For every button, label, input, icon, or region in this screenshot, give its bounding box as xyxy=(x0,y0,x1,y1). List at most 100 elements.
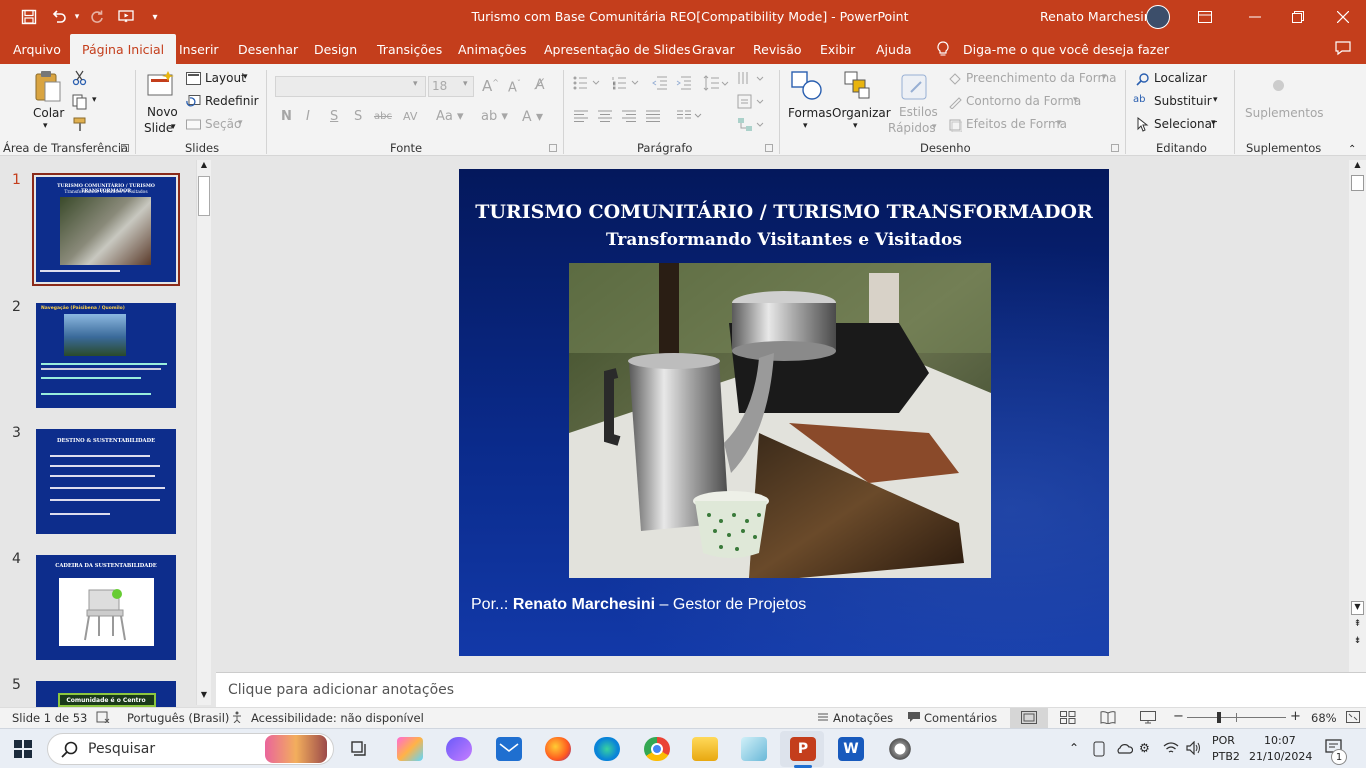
tab-design[interactable]: Design xyxy=(314,34,357,64)
volume-icon[interactable] xyxy=(1186,740,1202,758)
zoom-out-icon[interactable]: − xyxy=(1173,709,1184,724)
decrease-indent-icon[interactable] xyxy=(652,76,668,93)
addins-button[interactable]: Suplementos xyxy=(1245,106,1324,120)
show-hidden-icons-icon[interactable]: ⌃ xyxy=(1069,741,1079,755)
new-slide-icon[interactable] xyxy=(146,70,176,103)
scroll-down-icon[interactable]: ▼ xyxy=(198,690,210,704)
tab-arquivo[interactable]: Arquivo xyxy=(13,34,61,64)
editor-scroll-up-icon[interactable]: ▲ xyxy=(1351,160,1364,174)
close-icon[interactable] xyxy=(1328,0,1358,34)
collapse-ribbon-icon[interactable]: ⌃ xyxy=(1348,144,1356,155)
font-size-dropdown-icon[interactable]: ▾ xyxy=(463,79,468,89)
restore-icon[interactable] xyxy=(1283,0,1313,34)
copilot-icon[interactable] xyxy=(397,737,423,761)
chrome-icon[interactable] xyxy=(644,737,670,761)
shape-outline-button[interactable]: Contorno da Forma xyxy=(966,94,1081,108)
slide-canvas[interactable]: TURISMO COMUNITÁRIO / TURISMO TRANSFORMA… xyxy=(459,169,1109,656)
zoom-level[interactable]: 68% xyxy=(1311,711,1337,725)
start-slideshow-icon[interactable] xyxy=(116,0,138,34)
notes-button[interactable]: Anotações xyxy=(833,711,893,725)
tab-pagina-inicial[interactable]: Página Inicial xyxy=(70,34,177,64)
smartart-icon[interactable] xyxy=(737,117,765,136)
tray-device-icon[interactable] xyxy=(1092,741,1106,760)
editor-scroll-thumb[interactable] xyxy=(1351,175,1364,191)
tell-me-search[interactable]: Diga-me o que você deseja fazer xyxy=(963,34,1169,64)
powerpoint-icon[interactable]: P xyxy=(790,737,816,761)
spellcheck-icon[interactable] xyxy=(96,711,110,726)
slide-title[interactable]: TURISMO COMUNITÁRIO / TURISMO TRANSFORMA… xyxy=(459,201,1109,223)
underline-icon[interactable]: S xyxy=(330,109,338,124)
next-slide-icon[interactable]: ⇟ xyxy=(1351,636,1364,650)
cut-icon[interactable] xyxy=(72,70,88,89)
section-dropdown-icon[interactable]: ▾ xyxy=(238,118,243,128)
comments-icon[interactable] xyxy=(1334,40,1352,59)
paste-button[interactable]: Colar xyxy=(33,106,64,120)
align-text-icon[interactable] xyxy=(737,94,765,113)
accessibility-icon[interactable] xyxy=(232,711,248,726)
windows-start-icon[interactable] xyxy=(14,740,32,761)
quick-styles-dropdown-icon[interactable]: ▾ xyxy=(932,122,937,132)
slide-thumb-4[interactable]: CADEIRA DA SUSTENTABILIDADE xyxy=(36,555,176,660)
slide-sorter-icon[interactable] xyxy=(1060,711,1076,727)
align-left-icon[interactable] xyxy=(573,110,589,125)
notes-pane[interactable]: Clique para adicionar anotações xyxy=(216,672,1366,707)
copy-dropdown-icon[interactable]: ▾ xyxy=(92,95,97,105)
comments-status-icon[interactable] xyxy=(907,711,921,726)
editor-scrollbar[interactable]: ▲ ▼ ⇞ ⇟ xyxy=(1349,160,1366,672)
slide-footer[interactable]: Por..: Renato Marchesini – Gestor de Pro… xyxy=(471,596,806,614)
firefox-icon[interactable] xyxy=(545,737,571,761)
tab-inserir[interactable]: Inserir xyxy=(179,34,219,64)
paste-icon[interactable] xyxy=(33,70,63,109)
arrange-icon[interactable] xyxy=(843,70,873,105)
grow-font-icon[interactable]: A^ xyxy=(482,77,499,95)
previous-slide-icon[interactable]: ⇞ xyxy=(1351,619,1364,633)
editor-scroll-down-icon[interactable]: ▼ xyxy=(1351,601,1364,615)
paste-dropdown-icon[interactable]: ▾ xyxy=(43,121,48,131)
layout-dropdown-icon[interactable]: ▾ xyxy=(243,72,248,82)
shape-fill-button[interactable]: Preenchimento da Forma xyxy=(966,71,1117,85)
justify-icon[interactable] xyxy=(645,110,661,125)
fit-to-window-icon[interactable] xyxy=(1346,711,1360,726)
redo-icon[interactable] xyxy=(86,0,108,34)
align-right-icon[interactable] xyxy=(621,110,637,125)
tab-ajuda[interactable]: Ajuda xyxy=(876,34,912,64)
quick-styles-label-2[interactable]: Rápidos xyxy=(888,121,936,135)
font-color-icon[interactable]: A ▾ xyxy=(522,109,543,125)
scroll-up-icon[interactable]: ▲ xyxy=(198,160,210,174)
select-dropdown-icon[interactable]: ▾ xyxy=(1211,118,1216,128)
clear-format-icon[interactable]: A̸ xyxy=(535,77,545,93)
slide-subtitle[interactable]: Transformando Visitantes e Visitados xyxy=(459,230,1109,250)
shapes-button[interactable]: Formas xyxy=(788,106,832,120)
comments-button[interactable]: Comentários xyxy=(924,711,997,725)
word-icon[interactable]: W xyxy=(838,737,864,761)
shapes-icon[interactable] xyxy=(790,70,824,107)
paragraph-launcher-icon[interactable] xyxy=(765,144,773,152)
clipboard-launcher-icon[interactable] xyxy=(121,144,129,152)
normal-view-icon[interactable] xyxy=(1021,711,1037,727)
clock-time[interactable]: 10:07 xyxy=(1264,734,1296,747)
keyboard-layout[interactable]: PTB2 xyxy=(1212,750,1240,763)
format-painter-icon[interactable] xyxy=(72,116,88,135)
tab-desenhar[interactable]: Desenhar xyxy=(238,34,298,64)
language[interactable]: Português (Brasil) xyxy=(127,711,229,725)
tray-icon[interactable]: ⚙ xyxy=(1139,741,1150,755)
avatar[interactable] xyxy=(1146,5,1170,29)
drawing-launcher-icon[interactable] xyxy=(1111,144,1119,152)
replace-button[interactable]: Substituir xyxy=(1154,94,1212,108)
slides-panel-scrollbar[interactable]: ▲ ▼ xyxy=(196,160,211,705)
shrink-font-icon[interactable]: Aˇ xyxy=(508,79,521,95)
notes-placeholder[interactable]: Clique para adicionar anotações xyxy=(228,682,454,698)
minimize-icon[interactable] xyxy=(1240,0,1270,34)
columns-icon[interactable] xyxy=(676,110,704,125)
user-name[interactable]: Renato Marchesini xyxy=(1040,9,1155,24)
select-button[interactable]: Selecionar xyxy=(1154,117,1217,131)
layout-button[interactable]: Layout xyxy=(205,71,246,85)
font-name-field[interactable] xyxy=(275,76,426,97)
slide-thumb-1[interactable]: TURISMO COMUNITÁRIO / TURISMO TRANSFORMA… xyxy=(36,177,176,282)
ribbon-display-icon[interactable] xyxy=(1192,0,1218,34)
new-slide-button[interactable]: Novo xyxy=(147,105,178,119)
font-name-dropdown-icon[interactable]: ▾ xyxy=(413,79,418,89)
highlight-icon[interactable]: ab ▾ xyxy=(481,109,508,124)
new-slide-label-2[interactable]: Slide xyxy=(144,121,173,135)
shapes-dropdown-icon[interactable]: ▾ xyxy=(803,121,808,131)
